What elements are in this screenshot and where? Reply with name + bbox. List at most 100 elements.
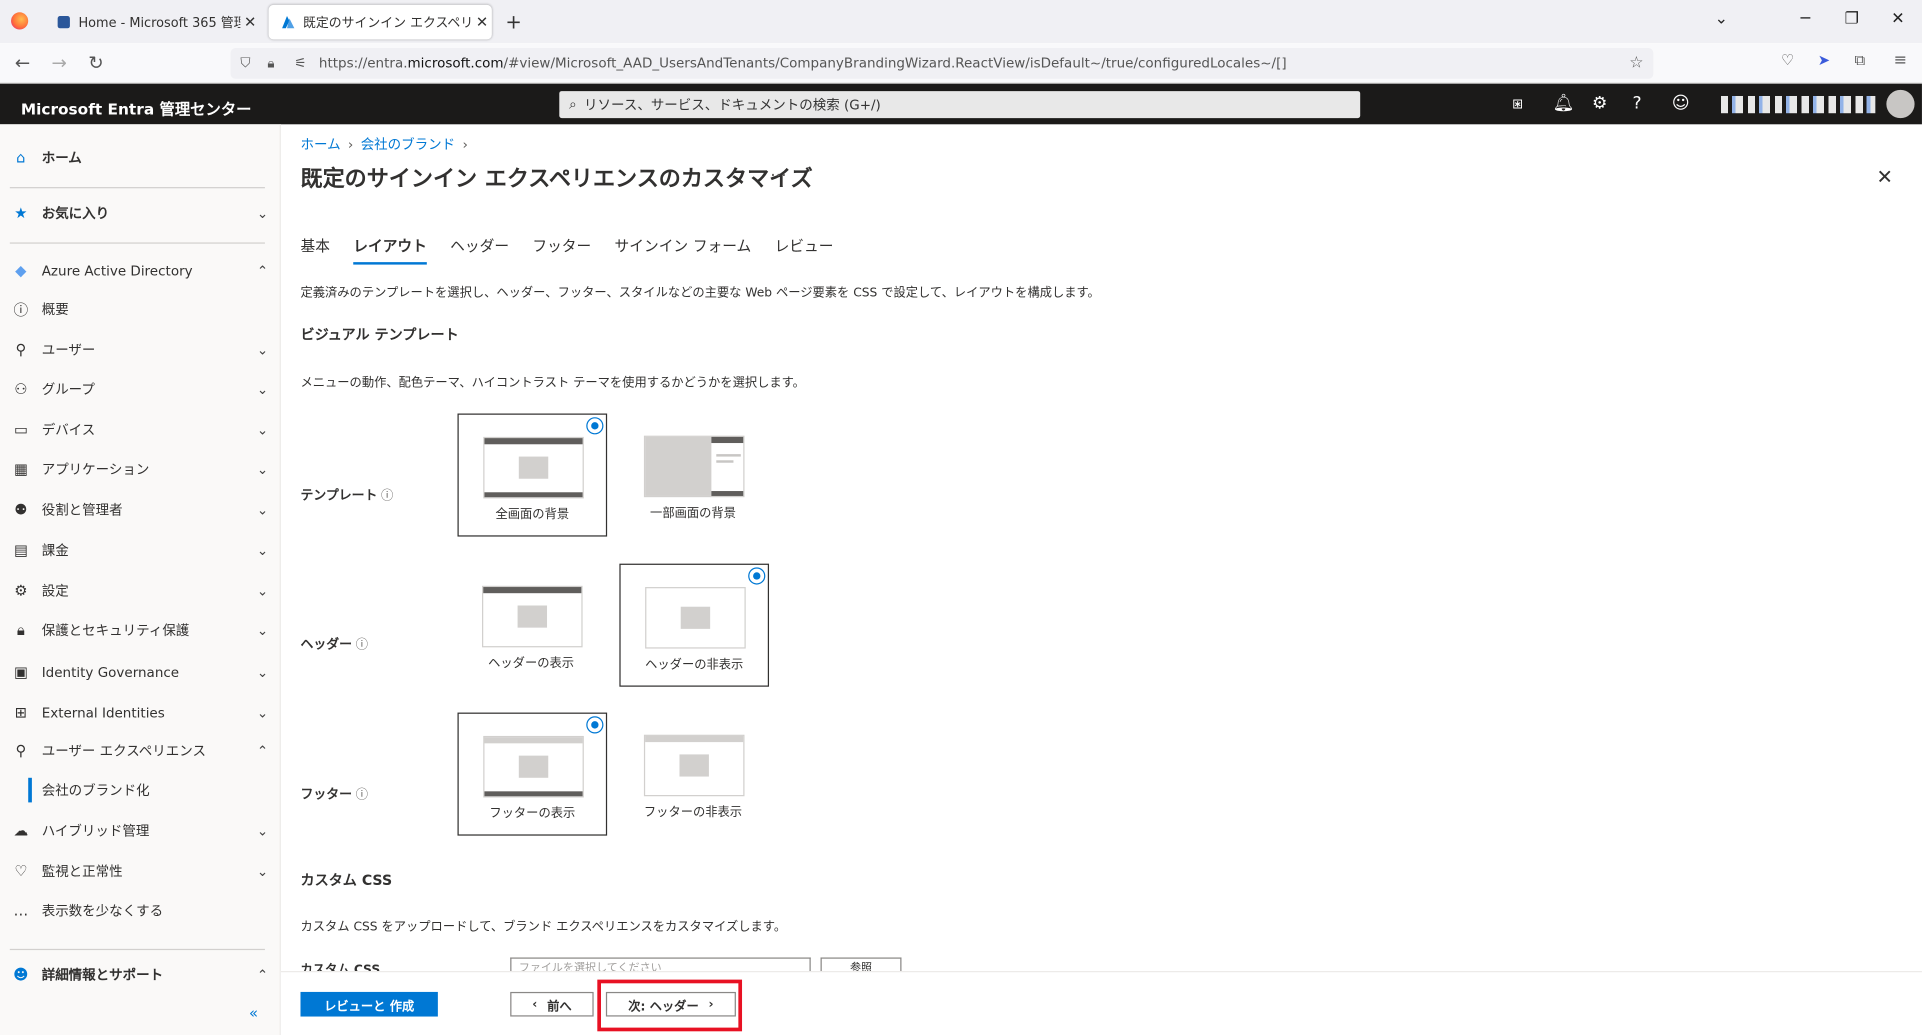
sidebar-item-show-less[interactable]: … 表示数を少なくする <box>0 893 281 927</box>
sidebar-item-protection[interactable]: 🔒︎ 保護とセキュリティ保護 ⌄ <box>0 613 281 647</box>
tab-basics[interactable]: 基本 <box>300 235 329 265</box>
bell-icon[interactable]: 🔔︎ <box>1553 94 1575 114</box>
back-icon[interactable]: ← <box>15 52 30 74</box>
tab-layout[interactable]: レイアウト <box>353 235 427 265</box>
sidebar-item-identity-governance[interactable]: ▣ Identity Governance ⌄ <box>0 655 281 689</box>
help-icon[interactable]: ? <box>1632 94 1641 114</box>
template-option-full-background[interactable]: 全画面の背景 <box>457 413 608 537</box>
reload-icon[interactable]: ↻ <box>88 52 103 74</box>
star-icon: ★ <box>14 204 28 222</box>
url-bar[interactable]: ⛉ 🔒︎ ⚟ https://entra. microsoft.com/#view… <box>230 47 1654 79</box>
tab-footer[interactable]: フッター <box>532 235 591 265</box>
footer-label-text: フッター <box>300 787 353 803</box>
extensions-icon[interactable]: ⧉ <box>1854 52 1865 70</box>
header-label-text: ヘッダー <box>300 637 353 653</box>
sidebar-item-label: アプリケーション <box>41 461 150 478</box>
avatar[interactable] <box>1886 89 1915 119</box>
sidebar-item-external-identities[interactable]: ⊞ External Identities ⌄ <box>0 695 281 729</box>
close-icon[interactable]: ✕ <box>1877 165 1893 188</box>
breadcrumb-home[interactable]: ホーム <box>300 137 340 153</box>
list-tabs-icon[interactable]: ⌄ <box>1715 10 1728 28</box>
chevron-down-icon[interactable]: ⌄ <box>244 705 281 721</box>
chevron-down-icon[interactable]: ⌄ <box>244 205 281 221</box>
cloud-shell-icon[interactable]: ⧆ <box>1512 94 1523 114</box>
breadcrumb-separator-icon: › <box>347 136 354 153</box>
chevron-down-icon[interactable]: ⌄ <box>244 622 281 638</box>
sidebar-item-home[interactable]: ⌂ ホーム <box>0 140 281 174</box>
chevron-down-icon[interactable]: ⌄ <box>244 823 281 839</box>
account-name-redacted[interactable] <box>1720 95 1876 114</box>
portal-brand[interactable]: Microsoft Entra 管理センター <box>21 96 252 119</box>
global-search-input[interactable]: ⌕ リソース、サービス、ドキュメントの検索 (G+/) <box>559 91 1361 119</box>
breadcrumb-company-branding[interactable]: 会社のブランド <box>361 137 455 153</box>
chevron-down-icon[interactable]: ⌄ <box>244 342 281 358</box>
chevron-down-icon[interactable]: ⌄ <box>244 863 281 879</box>
sidebar-item-devices[interactable]: ▭ デバイス ⌄ <box>0 412 281 446</box>
pocket-icon[interactable]: ♡ <box>1781 52 1794 69</box>
menu-icon[interactable]: ≡ <box>1894 52 1907 70</box>
minimize-icon[interactable]: ─ <box>1801 10 1811 28</box>
chevron-down-icon[interactable]: ⌄ <box>244 381 281 397</box>
tab-title: 既定のサインイン エクスペリエンスの <box>302 15 473 31</box>
chevron-down-icon[interactable]: ⌄ <box>244 502 281 518</box>
footer-option-show[interactable]: フッターの表示 <box>457 712 608 836</box>
sidebar-item-favorites[interactable]: ★ お気に入り ⌄ <box>0 196 281 230</box>
chevron-up-icon[interactable]: ⌃ <box>244 743 281 759</box>
bookmark-star-icon[interactable]: ☆ <box>1629 54 1643 72</box>
tab-signin-form[interactable]: サインイン フォーム <box>615 235 752 265</box>
chevron-down-icon[interactable]: ⌄ <box>244 583 281 599</box>
sidebar-item-hybrid[interactable]: ☁ ハイブリッド管理 ⌄ <box>0 813 281 847</box>
sidebar-item-user-experience[interactable]: ⚲ ユーザー エクスペリエンス ⌃ <box>0 733 281 767</box>
sidebar-item-support[interactable]: ☻ 詳細情報とサポート ⌃ <box>0 957 281 991</box>
chevron-up-icon[interactable]: ⌃ <box>244 263 281 279</box>
sidebar-item-overview[interactable]: ⓘ 概要 <box>0 292 281 326</box>
sidebar-item-groups[interactable]: ⚇ グループ ⌄ <box>0 372 281 406</box>
template-option-partial-background[interactable]: 一部画面の背景 <box>619 414 769 537</box>
sidebar-item-applications[interactable]: ▦ アプリケーション ⌄ <box>0 452 281 486</box>
forward-icon[interactable]: → <box>52 52 67 74</box>
sidebar-item-monitoring[interactable]: ♡ 監視と正常性 ⌄ <box>0 854 281 888</box>
sidebar-item-settings[interactable]: ⚙ 設定 ⌄ <box>0 573 281 607</box>
visual-template-description: メニューの動作、配色テーマ、ハイコントラスト テーマを使用するかどうかを選択しま… <box>300 376 805 391</box>
sidebar-item-label: Azure Active Directory <box>41 262 193 279</box>
sidebar-item-label: 会社のブランド化 <box>41 782 150 799</box>
firefox-logo-icon[interactable] <box>11 12 29 30</box>
search-icon: ⌕ <box>569 95 577 112</box>
new-tab-icon[interactable]: + <box>505 10 521 33</box>
sidebar-item-company-branding[interactable]: 会社のブランド化 <box>0 773 281 807</box>
close-window-icon[interactable]: ✕ <box>1891 10 1904 28</box>
tab-header[interactable]: ヘッダー <box>450 235 509 265</box>
browser-tab-entra[interactable]: 既定のサインイン エクスペリエンスの ✕ <box>268 4 492 40</box>
tab-review[interactable]: レビュー <box>775 235 834 265</box>
review-create-button[interactable]: レビューと 作成 <box>300 991 438 1017</box>
chevron-down-icon[interactable]: ⌄ <box>244 422 281 438</box>
close-tab-icon[interactable]: ✕ <box>240 14 260 31</box>
info-icon[interactable]: ⓘ <box>356 789 368 803</box>
info-icon[interactable]: ⓘ <box>356 639 368 653</box>
close-tab-icon[interactable]: ✕ <box>472 14 492 31</box>
more-options-icon[interactable]: ··· <box>770 166 786 186</box>
sidebar-item-aad[interactable]: ◆ Azure Active Directory ⌃ <box>0 254 281 288</box>
footer-option-hide[interactable]: フッターの非表示 <box>619 713 769 836</box>
extension-blue-icon[interactable]: ➤ <box>1818 52 1830 69</box>
radio-selected-icon <box>586 716 604 734</box>
collapse-sidebar-icon[interactable]: « <box>249 1004 258 1021</box>
sidebar-item-roles[interactable]: ⚉ 役割と管理者 ⌄ <box>0 492 281 526</box>
sidebar-item-billing[interactable]: ▤ 課金 ⌄ <box>0 533 281 567</box>
aad-icon: ◆ <box>15 262 27 280</box>
gear-icon[interactable]: ⚙ <box>1592 94 1607 114</box>
previous-button[interactable]: ‹ 前へ <box>510 991 594 1017</box>
header-option-show[interactable]: ヘッダーの表示 <box>457 564 607 687</box>
restore-icon[interactable]: ❐ <box>1845 10 1859 28</box>
feedback-icon[interactable]: ☺ <box>1672 94 1690 114</box>
url-prefix: https://entra. <box>318 55 408 72</box>
info-icon[interactable]: ⓘ <box>381 490 393 504</box>
header-option-hide[interactable]: ヘッダーの非表示 <box>619 563 770 687</box>
sidebar-item-users[interactable]: ⚲ ユーザー ⌄ <box>0 332 281 366</box>
info-icon: ⓘ <box>13 300 29 319</box>
chevron-down-icon[interactable]: ⌄ <box>244 461 281 477</box>
chevron-down-icon[interactable]: ⌄ <box>244 542 281 558</box>
chevron-down-icon[interactable]: ⌄ <box>244 664 281 680</box>
browser-tab-m365[interactable]: Home - Microsoft 365 管理セン ✕ <box>44 5 260 39</box>
chevron-up-icon[interactable]: ⌃ <box>244 967 281 983</box>
